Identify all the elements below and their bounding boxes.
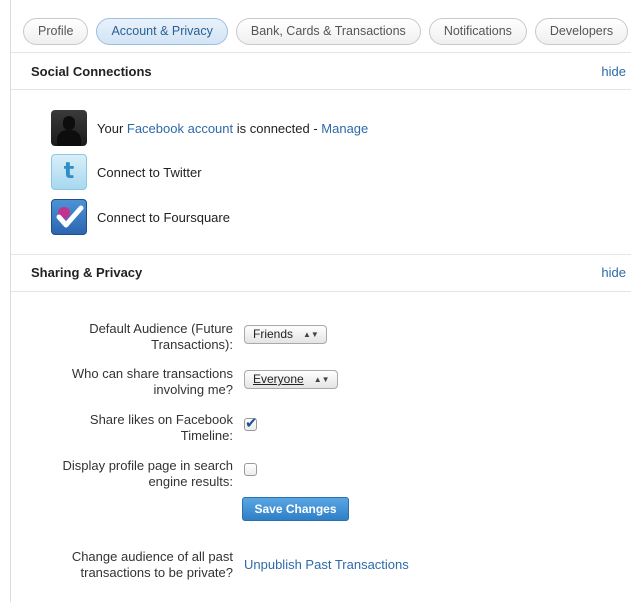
facebook-avatar-icon	[51, 110, 87, 146]
select-arrows-icon: ▲▼	[313, 375, 330, 384]
connect-twitter-link[interactable]: Connect to Twitter	[97, 165, 202, 180]
default-audience-label: Default Audience (Future Transactions):	[89, 321, 233, 352]
select-arrows-icon: ▲▼	[303, 330, 319, 339]
who-can-share-select[interactable]: Everyone ▲▼	[244, 370, 338, 389]
facebook-status-text: Your Facebook account is connected - Man…	[97, 120, 369, 136]
save-changes-button[interactable]: Save Changes	[242, 497, 349, 521]
twitter-icon[interactable]: t	[51, 154, 87, 190]
sharing-privacy-title: Sharing & Privacy	[31, 265, 143, 280]
past-audience-label: Change audience of all past transactions…	[71, 549, 233, 580]
tab-notifications[interactable]: Notifications	[428, 18, 527, 45]
connect-foursquare-link[interactable]: Connect to Foursquare	[97, 210, 230, 225]
display-profile-label: Display profile page in search engine re…	[62, 458, 233, 489]
tab-bar: Profile Account & Privacy Bank, Cards & …	[23, 18, 629, 46]
tab-developers[interactable]: Developers	[534, 18, 629, 45]
settings-panel: Profile Account & Privacy Bank, Cards & …	[10, 0, 631, 602]
twitter-connection-row: t Connect to Twitter	[51, 154, 202, 190]
foursquare-icon[interactable]	[51, 199, 87, 235]
sharing-privacy-hide-link[interactable]: hide	[601, 265, 626, 280]
social-connections-hide-link[interactable]: hide	[601, 64, 626, 79]
tab-profile[interactable]: Profile	[23, 18, 89, 45]
social-connections-header: Social Connections hide	[11, 52, 631, 90]
facebook-connection-row: Your Facebook account is connected - Man…	[51, 110, 368, 146]
facebook-manage-link[interactable]: Manage	[321, 121, 368, 136]
sharing-privacy-header: Sharing & Privacy hide	[11, 254, 631, 292]
display-profile-checkbox[interactable]	[244, 463, 257, 476]
share-likes-checkbox[interactable]: ✔	[244, 414, 258, 432]
share-likes-label: Share likes on Facebook Timeline:	[89, 412, 233, 443]
facebook-account-link[interactable]: Facebook account	[127, 121, 233, 136]
unpublish-past-transactions-link[interactable]: Unpublish Past Transactions	[244, 557, 409, 572]
tab-account-privacy[interactable]: Account & Privacy	[96, 18, 228, 45]
social-connections-title: Social Connections	[31, 64, 152, 79]
checkmark-icon: ✔	[245, 414, 258, 432]
who-can-share-label: Who can share transactions involving me?	[71, 366, 233, 397]
tab-bank-cards-transactions[interactable]: Bank, Cards & Transactions	[235, 18, 421, 45]
default-audience-select[interactable]: Friends ▲▼	[244, 325, 327, 344]
foursquare-connection-row: Connect to Foursquare	[51, 199, 230, 235]
